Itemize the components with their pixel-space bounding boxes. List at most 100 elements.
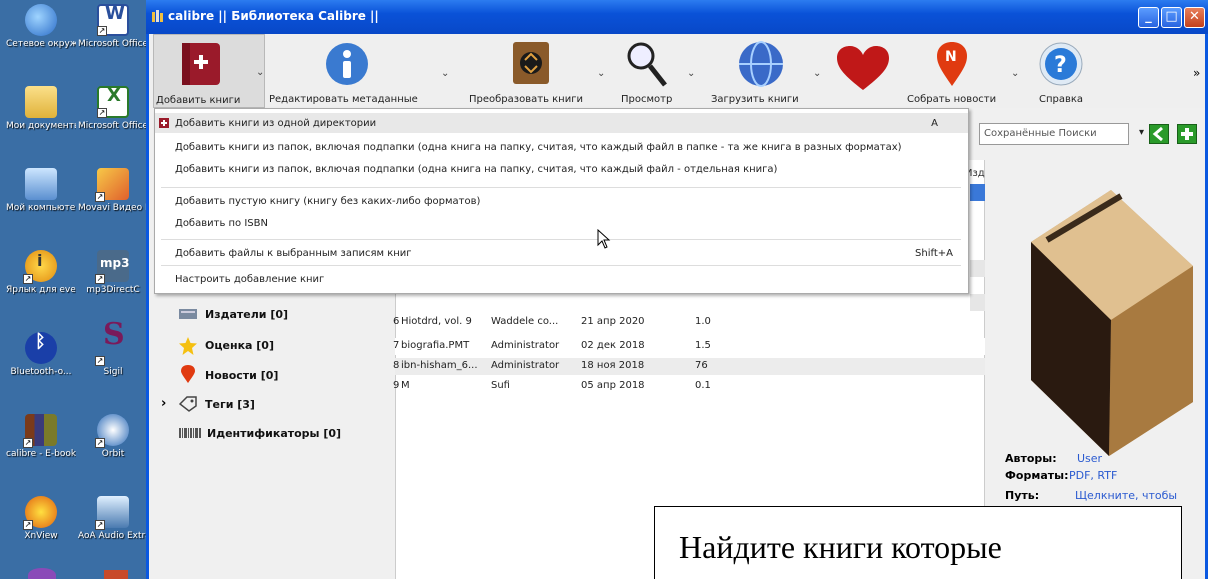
partial-icon bbox=[28, 568, 56, 579]
fetch-news-button[interactable]: N Собрать новости bbox=[905, 34, 1005, 108]
add-books-menu: Добавить книги из одной директории A Доб… bbox=[154, 108, 969, 294]
book-cover[interactable] bbox=[1017, 170, 1195, 460]
convert-book-icon bbox=[513, 42, 549, 84]
desktop-icon-everest[interactable]: i↗ Ярлык для everest bbox=[6, 250, 76, 295]
excel-icon: X ↗ bbox=[97, 86, 129, 118]
chevron-down-icon[interactable]: ⌄ bbox=[687, 68, 695, 79]
aoa-icon: ↗ bbox=[95, 496, 129, 530]
news-pin-icon bbox=[181, 365, 199, 383]
desktop-icon-network[interactable]: Сетевое окружение bbox=[6, 4, 76, 49]
close-button[interactable]: ✕ bbox=[1184, 7, 1205, 28]
menu-divider bbox=[161, 239, 961, 240]
path-link[interactable]: Щелкните, чтобы bbox=[1075, 489, 1177, 502]
title-bar[interactable]: calibre || Библиотека Calibre || _ □ ✕ bbox=[146, 0, 1208, 34]
add-books-button[interactable]: Добавить книги ⌄ bbox=[153, 34, 265, 108]
desktop-icon-xnview[interactable]: ↗ XnView bbox=[6, 496, 76, 541]
help-label: Справка bbox=[1039, 94, 1084, 105]
sigil-icon: S ↗ bbox=[95, 317, 125, 366]
desktop-icon-word[interactable]: W↗ Microsoft Office W bbox=[78, 4, 148, 49]
calibre-window: calibre || Библиотека Calibre || _ □ ✕ Д… bbox=[146, 0, 1208, 579]
table-row[interactable]: 6 Hiotdrd, vol. 9 Waddele co... 21 апр 2… bbox=[393, 314, 985, 331]
add-books-label: Добавить книги bbox=[156, 95, 241, 106]
barcode-icon bbox=[179, 428, 201, 444]
heart-icon[interactable] bbox=[837, 46, 889, 92]
everest-icon: i ↗ bbox=[23, 250, 57, 284]
saved-searches-select[interactable]: Сохранённые Поиски ▾ bbox=[979, 123, 1144, 145]
tag-news[interactable]: Новости [0] bbox=[205, 369, 278, 382]
documents-icon bbox=[25, 86, 57, 118]
caption-text: Найдите книги которые bbox=[679, 529, 1002, 565]
calibre-icon: ↗ bbox=[23, 414, 57, 448]
menu-item-add-from-folders-multi-format[interactable]: Добавить книги из папок, включая подпапк… bbox=[155, 137, 968, 157]
expand-arrow-icon[interactable]: › bbox=[161, 396, 166, 411]
word-icon: W ↗ bbox=[97, 4, 129, 36]
table-row[interactable]: 7 biografia.PMT Administrator 02 дек 201… bbox=[393, 338, 985, 355]
view-button[interactable]: Просмотр bbox=[613, 34, 683, 108]
convert-books-label: Преобразовать книги bbox=[469, 94, 583, 105]
tag-identifiers[interactable]: Идентификаторы [0] bbox=[207, 427, 341, 440]
toolbar-overflow-button[interactable]: » bbox=[1193, 66, 1200, 80]
fetch-news-label: Собрать новости bbox=[907, 94, 997, 105]
fetch-books-button[interactable]: Загрузить книги bbox=[709, 34, 819, 108]
fetch-books-label: Загрузить книги bbox=[711, 94, 799, 105]
info-icon bbox=[326, 43, 368, 85]
book-row-partial bbox=[970, 260, 985, 277]
publisher-icon bbox=[179, 307, 197, 323]
help-button[interactable]: ? Справка bbox=[1029, 34, 1099, 108]
menu-item-add-from-folders-single[interactable]: Добавить книги из папок, включая подпапк… bbox=[155, 159, 968, 179]
svg-text:?: ? bbox=[1054, 53, 1067, 78]
chevron-down-icon[interactable]: ⌄ bbox=[597, 68, 605, 79]
window-title: calibre || Библиотека Calibre || bbox=[168, 9, 379, 23]
toolbar: Добавить книги ⌄ Редактировать метаданны… bbox=[149, 34, 1205, 108]
desktop-icon-computer[interactable]: Мой компьютер bbox=[6, 168, 76, 213]
menu-item-add-empty-book[interactable]: Добавить пустую книгу (книгу без каких-л… bbox=[155, 191, 968, 211]
mp3-icon: mp3 ↗ bbox=[95, 250, 129, 284]
path-label: Путь: bbox=[1005, 489, 1040, 502]
computer-icon bbox=[25, 168, 57, 200]
authors-label: Авторы: bbox=[1005, 452, 1057, 465]
desktop-icon-orbit[interactable]: ↗ Orbit bbox=[78, 414, 148, 459]
view-label: Просмотр bbox=[621, 94, 673, 105]
menu-item-add-by-isbn[interactable]: Добавить по ISBN bbox=[155, 213, 968, 233]
desktop-icon-mp3[interactable]: mp3 ↗ mp3DirectC bbox=[78, 250, 148, 295]
menu-divider bbox=[161, 265, 961, 266]
desktop-icon-calibre[interactable]: ↗ calibre - E-book ma... bbox=[6, 414, 76, 459]
formats-link[interactable]: PDF, RTF bbox=[1069, 469, 1117, 482]
desktop-icon-bluetooth[interactable]: ᛒ Bluetooth-o... bbox=[6, 332, 76, 377]
convert-books-button[interactable]: Преобразовать книги bbox=[467, 34, 597, 108]
selected-row-edge bbox=[970, 184, 985, 201]
desktop-icon-excel[interactable]: X↗ Microsoft Office Ex bbox=[78, 86, 148, 131]
tag-rating[interactable]: Оценка [0] bbox=[205, 339, 274, 352]
desktop-icon-aoa[interactable]: ↗ AoA Audio Extractor bbox=[78, 496, 148, 541]
calibre-logo-icon bbox=[152, 10, 163, 22]
tag-publishers[interactable]: Издатели [0] bbox=[205, 308, 288, 321]
mouse-cursor-icon bbox=[597, 229, 611, 249]
authors-link[interactable]: User bbox=[1077, 452, 1102, 465]
desktop-icon-movavi[interactable]: ↗ Movavi Видео Конвертер bbox=[78, 168, 148, 213]
chevron-down-icon[interactable]: ⌄ bbox=[256, 67, 264, 78]
maximize-button[interactable]: □ bbox=[1161, 7, 1182, 28]
svg-text:N: N bbox=[945, 49, 957, 65]
save-search-button[interactable] bbox=[1149, 124, 1169, 144]
table-row[interactable]: 8 ibn-hisham_6... Administrator 18 ноя 2… bbox=[393, 358, 985, 375]
chevron-down-icon[interactable]: ⌄ bbox=[441, 68, 449, 79]
edit-metadata-button[interactable]: Редактировать метаданные bbox=[267, 34, 437, 108]
table-row[interactable]: 9 M Sufi 05 апр 2018 0.1 bbox=[393, 378, 985, 395]
edit-metadata-label: Редактировать метаданные bbox=[269, 94, 418, 105]
menu-item-add-from-directory[interactable]: Добавить книги из одной директории A bbox=[155, 113, 968, 133]
desktop-icon-documents[interactable]: Мои документы bbox=[6, 86, 76, 131]
manage-searches-button[interactable] bbox=[1177, 124, 1197, 144]
minimize-button[interactable]: _ bbox=[1138, 7, 1159, 28]
magnifier-icon bbox=[627, 42, 667, 87]
tag-tags[interactable]: Теги [3] bbox=[205, 398, 255, 411]
menu-item-add-files-to-selected[interactable]: Добавить файлы к выбранным записям книг … bbox=[155, 243, 968, 263]
xnview-icon: ↗ bbox=[23, 496, 57, 530]
desktop-icon-sigil[interactable]: S ↗ Sigil bbox=[78, 317, 148, 377]
chevron-down-icon[interactable]: ▾ bbox=[1139, 127, 1144, 138]
partial-icon bbox=[104, 570, 128, 579]
main-area: Добавить книги ⌄ Редактировать метаданны… bbox=[149, 34, 1205, 579]
help-icon: ? bbox=[1039, 42, 1083, 86]
chevron-down-icon[interactable]: ⌄ bbox=[813, 68, 821, 79]
chevron-down-icon[interactable]: ⌄ bbox=[1011, 68, 1019, 79]
menu-item-configure-adding[interactable]: Настроить добавление книг bbox=[155, 269, 968, 289]
